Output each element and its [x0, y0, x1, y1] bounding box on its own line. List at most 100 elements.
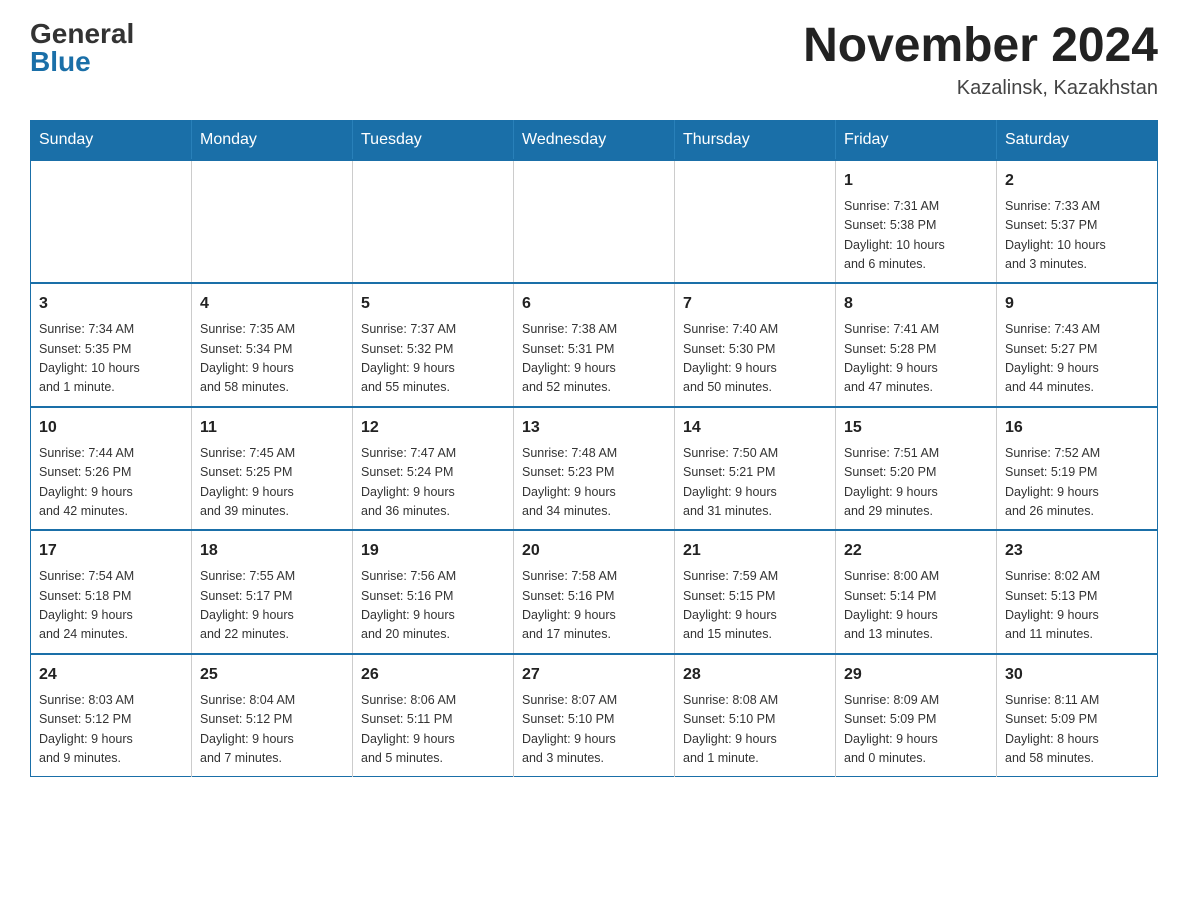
calendar-cell: 25Sunrise: 8:04 AM Sunset: 5:12 PM Dayli… [192, 654, 353, 777]
calendar-cell: 1 Sunrise: 7:31 AM Sunset: 5:38 PM Daylig… [836, 160, 997, 284]
day-info: Sunrise: 7:34 AM Sunset: 5:35 PM Dayligh… [39, 320, 183, 398]
day-info: Sunrise: 8:11 AM Sunset: 5:09 PM Dayligh… [1005, 691, 1149, 769]
day-info: Sunrise: 7:41 AM Sunset: 5:28 PM Dayligh… [844, 320, 988, 398]
day-number: 12 [361, 416, 505, 440]
calendar-cell: 27Sunrise: 8:07 AM Sunset: 5:10 PM Dayli… [514, 654, 675, 777]
day-info: Sunrise: 8:02 AM Sunset: 5:13 PM Dayligh… [1005, 567, 1149, 645]
day-info: Sunrise: 7:35 AM Sunset: 5:34 PM Dayligh… [200, 320, 344, 398]
calendar-table: SundayMondayTuesdayWednesdayThursdayFrid… [30, 120, 1158, 778]
day-info: Sunrise: 8:08 AM Sunset: 5:10 PM Dayligh… [683, 691, 827, 769]
calendar-cell [192, 160, 353, 284]
day-number: 22 [844, 539, 988, 563]
day-info: Sunrise: 7:58 AM Sunset: 5:16 PM Dayligh… [522, 567, 666, 645]
day-number: 17 [39, 539, 183, 563]
day-number: 24 [39, 663, 183, 687]
day-number: 18 [200, 539, 344, 563]
day-info: Sunrise: 7:43 AM Sunset: 5:27 PM Dayligh… [1005, 320, 1149, 398]
day-info: Sunrise: 7:56 AM Sunset: 5:16 PM Dayligh… [361, 567, 505, 645]
day-info: Sunrise: 7:59 AM Sunset: 5:15 PM Dayligh… [683, 567, 827, 645]
day-number: 11 [200, 416, 344, 440]
calendar-body: 1 Sunrise: 7:31 AM Sunset: 5:38 PM Daylig… [31, 160, 1158, 777]
day-number: 6 [522, 292, 666, 316]
calendar-cell: 22 Sunrise: 8:00 AM Sunset: 5:14 PM Dayli… [836, 530, 997, 654]
day-number: 13 [522, 416, 666, 440]
day-info: Sunrise: 7:54 AM Sunset: 5:18 PM Dayligh… [39, 567, 183, 645]
day-info: Sunrise: 7:48 AM Sunset: 5:23 PM Dayligh… [522, 444, 666, 522]
weekday-header-saturday: Saturday [997, 120, 1158, 160]
calendar-week-row: 1 Sunrise: 7:31 AM Sunset: 5:38 PM Daylig… [31, 160, 1158, 284]
weekday-header-row: SundayMondayTuesdayWednesdayThursdayFrid… [31, 120, 1158, 160]
day-number: 4 [200, 292, 344, 316]
calendar-cell: 7 Sunrise: 7:40 AM Sunset: 5:30 PM Daylig… [675, 283, 836, 407]
calendar-cell: 18 Sunrise: 7:55 AM Sunset: 5:17 PM Dayli… [192, 530, 353, 654]
day-number: 5 [361, 292, 505, 316]
day-number: 14 [683, 416, 827, 440]
calendar-cell: 12 Sunrise: 7:47 AM Sunset: 5:24 PM Dayli… [353, 407, 514, 531]
calendar-cell: 5 Sunrise: 7:37 AM Sunset: 5:32 PM Daylig… [353, 283, 514, 407]
calendar-cell: 16 Sunrise: 7:52 AM Sunset: 5:19 PM Dayli… [997, 407, 1158, 531]
day-info: Sunrise: 7:51 AM Sunset: 5:20 PM Dayligh… [844, 444, 988, 522]
day-number: 15 [844, 416, 988, 440]
calendar-cell: 17 Sunrise: 7:54 AM Sunset: 5:18 PM Dayli… [31, 530, 192, 654]
calendar-cell [31, 160, 192, 284]
calendar-cell: 8 Sunrise: 7:41 AM Sunset: 5:28 PM Daylig… [836, 283, 997, 407]
weekday-header-monday: Monday [192, 120, 353, 160]
calendar-week-row: 3 Sunrise: 7:34 AM Sunset: 5:35 PM Daylig… [31, 283, 1158, 407]
day-number: 3 [39, 292, 183, 316]
logo-blue-text: Blue [30, 48, 91, 76]
day-number: 29 [844, 663, 988, 687]
calendar-week-row: 24 Sunrise: 8:03 AM Sunset: 5:12 PM Dayli… [31, 654, 1158, 777]
weekday-header-thursday: Thursday [675, 120, 836, 160]
calendar-cell: 26Sunrise: 8:06 AM Sunset: 5:11 PM Dayli… [353, 654, 514, 777]
calendar-cell: 19Sunrise: 7:56 AM Sunset: 5:16 PM Dayli… [353, 530, 514, 654]
calendar-cell: 15 Sunrise: 7:51 AM Sunset: 5:20 PM Dayli… [836, 407, 997, 531]
day-info: Sunrise: 8:09 AM Sunset: 5:09 PM Dayligh… [844, 691, 988, 769]
day-number: 25 [200, 663, 344, 687]
weekday-header-tuesday: Tuesday [353, 120, 514, 160]
weekday-header-sunday: Sunday [31, 120, 192, 160]
weekday-header-wednesday: Wednesday [514, 120, 675, 160]
calendar-cell: 3 Sunrise: 7:34 AM Sunset: 5:35 PM Daylig… [31, 283, 192, 407]
calendar-cell [353, 160, 514, 284]
day-info: Sunrise: 7:40 AM Sunset: 5:30 PM Dayligh… [683, 320, 827, 398]
day-info: Sunrise: 7:55 AM Sunset: 5:17 PM Dayligh… [200, 567, 344, 645]
logo-general-text: General [30, 20, 134, 48]
day-info: Sunrise: 7:47 AM Sunset: 5:24 PM Dayligh… [361, 444, 505, 522]
calendar-cell [675, 160, 836, 284]
weekday-header-friday: Friday [836, 120, 997, 160]
day-info: Sunrise: 7:38 AM Sunset: 5:31 PM Dayligh… [522, 320, 666, 398]
calendar-cell: 4 Sunrise: 7:35 AM Sunset: 5:34 PM Daylig… [192, 283, 353, 407]
calendar-cell: 10Sunrise: 7:44 AM Sunset: 5:26 PM Dayli… [31, 407, 192, 531]
day-info: Sunrise: 8:03 AM Sunset: 5:12 PM Dayligh… [39, 691, 183, 769]
day-number: 2 [1005, 169, 1149, 193]
day-info: Sunrise: 7:45 AM Sunset: 5:25 PM Dayligh… [200, 444, 344, 522]
calendar-week-row: 10Sunrise: 7:44 AM Sunset: 5:26 PM Dayli… [31, 407, 1158, 531]
day-info: Sunrise: 7:50 AM Sunset: 5:21 PM Dayligh… [683, 444, 827, 522]
day-info: Sunrise: 7:37 AM Sunset: 5:32 PM Dayligh… [361, 320, 505, 398]
day-number: 26 [361, 663, 505, 687]
day-number: 1 [844, 169, 988, 193]
day-number: 30 [1005, 663, 1149, 687]
location-label: Kazalinsk, Kazakhstan [803, 77, 1158, 100]
day-number: 16 [1005, 416, 1149, 440]
calendar-cell: 30 Sunrise: 8:11 AM Sunset: 5:09 PM Dayli… [997, 654, 1158, 777]
day-info: Sunrise: 7:52 AM Sunset: 5:19 PM Dayligh… [1005, 444, 1149, 522]
day-info: Sunrise: 8:07 AM Sunset: 5:10 PM Dayligh… [522, 691, 666, 769]
page-header: General Blue November 2024 Kazalinsk, Ka… [30, 20, 1158, 100]
day-number: 28 [683, 663, 827, 687]
day-number: 8 [844, 292, 988, 316]
calendar-cell: 2 Sunrise: 7:33 AM Sunset: 5:37 PM Daylig… [997, 160, 1158, 284]
day-number: 10 [39, 416, 183, 440]
logo: General Blue [30, 20, 134, 76]
calendar-cell: 23Sunrise: 8:02 AM Sunset: 5:13 PM Dayli… [997, 530, 1158, 654]
day-number: 21 [683, 539, 827, 563]
day-number: 7 [683, 292, 827, 316]
day-info: Sunrise: 8:00 AM Sunset: 5:14 PM Dayligh… [844, 567, 988, 645]
calendar-header: SundayMondayTuesdayWednesdayThursdayFrid… [31, 120, 1158, 160]
calendar-cell: 21 Sunrise: 7:59 AM Sunset: 5:15 PM Dayli… [675, 530, 836, 654]
calendar-cell: 24 Sunrise: 8:03 AM Sunset: 5:12 PM Dayli… [31, 654, 192, 777]
calendar-cell [514, 160, 675, 284]
calendar-cell: 11 Sunrise: 7:45 AM Sunset: 5:25 PM Dayli… [192, 407, 353, 531]
day-info: Sunrise: 7:33 AM Sunset: 5:37 PM Dayligh… [1005, 197, 1149, 275]
day-info: Sunrise: 7:31 AM Sunset: 5:38 PM Dayligh… [844, 197, 988, 275]
